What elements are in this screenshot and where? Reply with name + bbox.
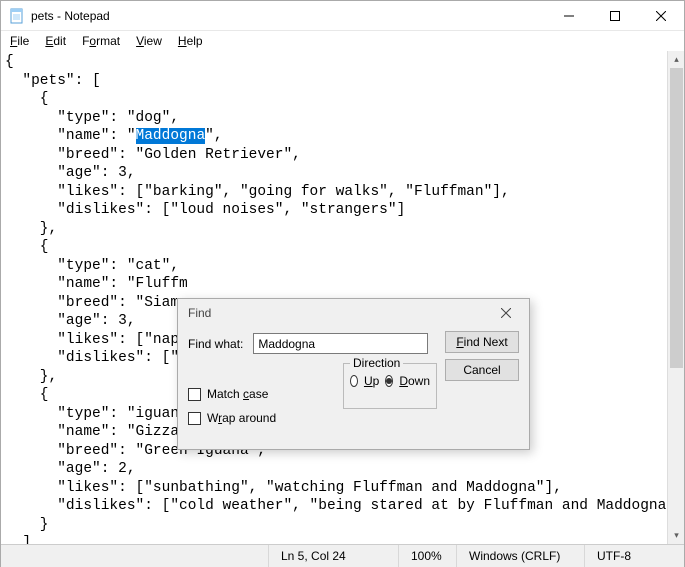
wrap-around-row[interactable]: Wrap around xyxy=(188,411,276,425)
scroll-up-icon[interactable]: ▴ xyxy=(668,51,684,68)
window-buttons xyxy=(546,1,684,30)
find-next-button[interactable]: Find Next xyxy=(445,331,519,353)
menu-format[interactable]: Format xyxy=(75,33,127,49)
menu-view[interactable]: View xyxy=(129,33,169,49)
statusbar: Ln 5, Col 24 100% Windows (CRLF) UTF-8 xyxy=(1,544,684,567)
find-close-button[interactable] xyxy=(493,303,519,323)
editor-selection: Maddogna xyxy=(136,128,206,144)
find-next-label: ind Next xyxy=(464,335,508,349)
find-dialog-titlebar[interactable]: Find xyxy=(178,299,529,327)
direction-label: Direction xyxy=(350,356,403,370)
find-dialog: Find Find what: Find Next Cancel Directi… xyxy=(177,298,530,450)
find-dialog-body: Find what: Find Next Cancel Direction Up… xyxy=(178,327,529,449)
menu-file[interactable]: File xyxy=(3,33,36,49)
vertical-scrollbar[interactable]: ▴ ▾ xyxy=(667,51,684,544)
direction-up-radio[interactable] xyxy=(350,375,358,387)
find-cancel-button[interactable]: Cancel xyxy=(445,359,519,381)
scroll-track[interactable] xyxy=(668,68,684,527)
status-position: Ln 5, Col 24 xyxy=(268,545,398,567)
menu-help[interactable]: Help xyxy=(171,33,210,49)
direction-down-label: Down xyxy=(399,374,430,388)
direction-down-radio[interactable] xyxy=(385,375,393,387)
find-what-input[interactable] xyxy=(253,333,428,354)
minimize-button[interactable] xyxy=(546,1,592,30)
menu-edit[interactable]: Edit xyxy=(38,33,73,49)
direction-group: Direction Up Down xyxy=(343,363,437,409)
match-case-checkbox[interactable] xyxy=(188,388,201,401)
scroll-thumb[interactable] xyxy=(670,68,683,368)
wrap-around-checkbox[interactable] xyxy=(188,412,201,425)
status-eol: Windows (CRLF) xyxy=(456,545,584,567)
notepad-icon xyxy=(9,8,25,24)
maximize-button[interactable] xyxy=(592,1,638,30)
direction-up-label: Up xyxy=(364,374,379,388)
match-case-label: Match case xyxy=(207,387,268,401)
scroll-down-icon[interactable]: ▾ xyxy=(668,527,684,544)
status-encoding: UTF-8 xyxy=(584,545,684,567)
find-what-label: Find what: xyxy=(188,337,243,351)
status-zoom: 100% xyxy=(398,545,456,567)
wrap-around-label: Wrap around xyxy=(207,411,276,425)
find-dialog-title: Find xyxy=(188,306,211,320)
close-button[interactable] xyxy=(638,1,684,30)
titlebar: pets - Notepad xyxy=(1,1,684,31)
window-title: pets - Notepad xyxy=(31,9,546,23)
status-empty xyxy=(1,545,268,567)
menubar: File Edit Format View Help xyxy=(1,31,684,51)
match-case-row[interactable]: Match case xyxy=(188,387,268,401)
